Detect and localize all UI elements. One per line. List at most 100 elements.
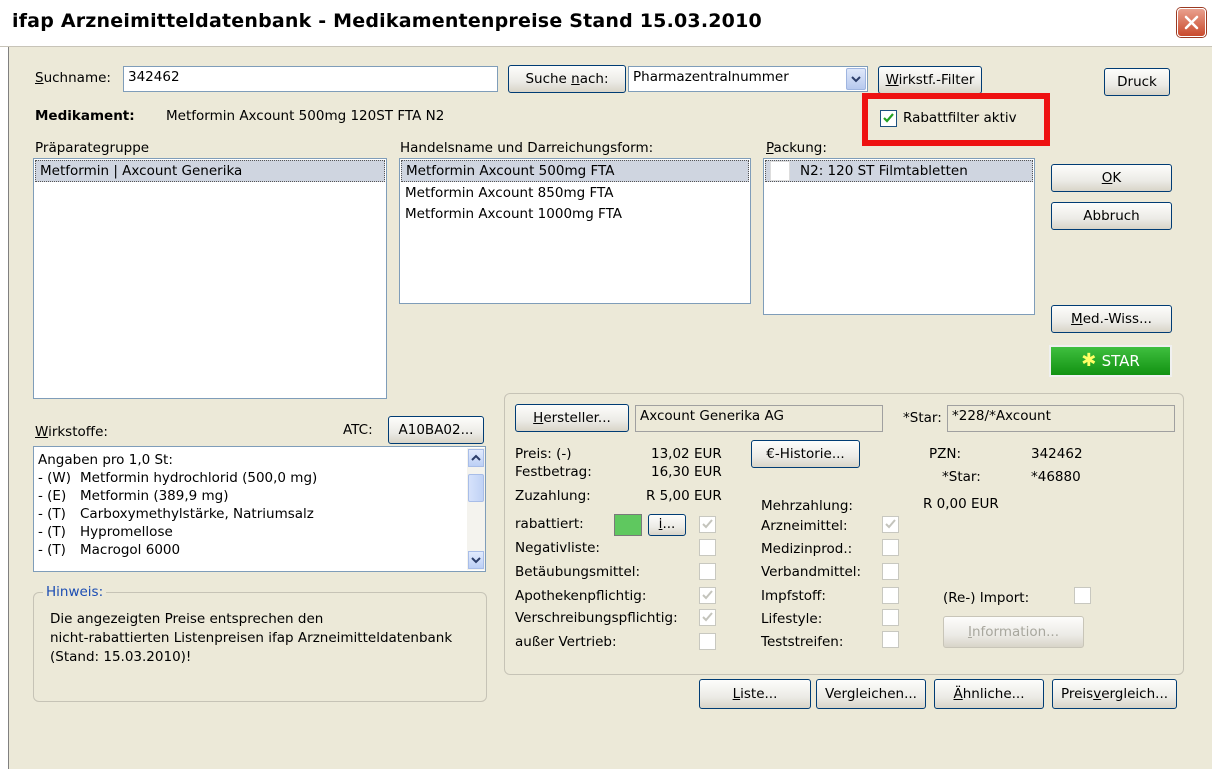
handelsname-label: Handelsname und Darreichungsform: — [400, 140, 654, 156]
hinweis-label: Hinweis: — [43, 584, 107, 600]
med-wiss-button[interactable]: Med.-Wiss... — [1051, 305, 1172, 333]
star-icon: ✱ — [1081, 350, 1097, 371]
festbetrag-value: 16,30 EUR — [651, 464, 722, 480]
star-button[interactable]: ✱ STAR — [1049, 345, 1172, 377]
reimport-checkbox — [1074, 587, 1091, 604]
atc-label: ATC: — [343, 422, 373, 438]
flag-label: Impfstoff: — [761, 588, 826, 604]
star-button-label: STAR — [1101, 352, 1140, 370]
wirkstoff-code: - (T) — [38, 524, 66, 540]
scroll-thumb[interactable] — [468, 474, 484, 502]
hinweis-line: Die angezeigten Preise entsprechen den — [50, 611, 324, 627]
star2-label: *Star: — [942, 469, 981, 485]
star-value: *228/*Axcount — [947, 405, 1175, 432]
impfstoff-checkbox — [882, 587, 899, 604]
betaeubungsmittel-checkbox — [699, 563, 716, 580]
scroll-up-icon[interactable] — [468, 449, 484, 467]
praeparategruppe-list[interactable]: Metformin | Axcount Generika — [33, 158, 387, 399]
flag-label: außer Vertrieb: — [515, 634, 617, 650]
wirkstoff-code: - (E) — [38, 488, 67, 504]
wirkstoff-filter-button[interactable]: Wirkstf.-Filter — [878, 66, 982, 94]
medizinprod-checkbox — [882, 539, 899, 556]
wirkstoff-code: - (W) — [38, 470, 72, 486]
hersteller-value: Axcount Generika AG — [635, 405, 883, 432]
list-item[interactable]: N2: 120 ST Filmtabletten — [765, 160, 1033, 182]
flag-label: Betäubungsmittel: — [515, 564, 641, 580]
pzn-label: PZN: — [929, 446, 962, 462]
hinweis-line: (Stand: 15.03.2010)! — [50, 649, 192, 665]
verschreibungspflichtig-checkbox — [699, 609, 716, 626]
praeparategruppe-label: Präparategruppe — [35, 140, 150, 156]
checkmark-icon — [702, 612, 713, 622]
flag-label: Teststreifen: — [761, 634, 844, 650]
hersteller-button[interactable]: Hersteller... — [515, 404, 629, 432]
medikament-label: Medikament: — [35, 108, 135, 124]
mehrzahlung-label: Mehrzahlung: — [761, 498, 853, 514]
rabattfilter-checkbox[interactable] — [880, 110, 897, 127]
preisvergleich-button[interactable]: Preisvergleich... — [1052, 679, 1177, 709]
arzneimittel-checkbox — [882, 516, 899, 533]
scroll-down-icon[interactable] — [468, 551, 484, 569]
packung-list[interactable]: N2: 120 ST Filmtabletten — [763, 158, 1035, 315]
flag-label: Verbandmittel: — [761, 564, 862, 580]
negativliste-checkbox — [699, 539, 716, 556]
packung-item-box — [770, 161, 790, 181]
wirkstoffe-label: Wirkstoffe: — [35, 424, 108, 440]
wirkstoff-code: - (T) — [38, 506, 66, 522]
list-item[interactable]: Metformin | Axcount Generika — [35, 160, 385, 182]
wirkstoff-code: - (T) — [38, 542, 66, 558]
list-item[interactable]: Metformin Axcount 500mg FTA — [401, 160, 749, 182]
wirkstoffe-scrollbar[interactable] — [467, 448, 485, 570]
checkmark-icon — [885, 519, 896, 529]
wirkstoffe-list[interactable]: Angaben pro 1,0 St: - (W) Metformin hydro… — [33, 446, 486, 572]
preis-value: 13,02 EUR — [651, 446, 722, 462]
wirkstoff-name: Carboxymethylstärke, Natriumsalz — [80, 506, 314, 522]
festbetrag-label: Festbetrag: — [515, 464, 592, 480]
historie-button[interactable]: €-Historie... — [751, 440, 860, 468]
wirkstoff-name: Metformin hydrochlorid (500,0 mg) — [80, 470, 318, 486]
aehnliche-button[interactable]: Ähnliche... — [934, 679, 1044, 709]
hinweis-line: nicht-rabattierten Listenpreisen ifap Ar… — [50, 630, 453, 646]
print-button[interactable]: Druck — [1104, 68, 1170, 96]
zuzahlung-value: R 5,00 EUR — [646, 488, 722, 504]
cancel-button[interactable]: Abbruch — [1051, 202, 1172, 230]
packung-item-label: N2: 120 ST Filmtabletten — [800, 163, 968, 179]
liste-button[interactable]: Liste... — [699, 679, 811, 709]
lifestyle-checkbox — [882, 609, 899, 626]
checkmark-icon — [702, 519, 713, 529]
ausser-vertrieb-checkbox — [699, 633, 716, 650]
atc-button[interactable]: A10BA02... — [388, 416, 484, 444]
chevron-down-icon[interactable] — [846, 68, 866, 90]
wirkstoff-name: Hypromellose — [80, 524, 173, 540]
flag-label: rabattiert: — [515, 516, 584, 532]
search-by-select[interactable]: Pharmazentralnummer — [628, 66, 868, 92]
flag-label: Negativliste: — [515, 540, 600, 556]
information-button[interactable]: Information... — [943, 616, 1084, 648]
star2-value: *46880 — [1031, 469, 1081, 485]
flag-label: Lifestyle: — [761, 611, 823, 627]
vergleichen-button[interactable]: Vergleichen... — [816, 679, 926, 709]
star-label: *Star: — [903, 410, 942, 426]
hinweis-text: Die angezeigten Preise entsprechen den n… — [50, 610, 452, 667]
list-item[interactable]: Metformin Axcount 1000mg FTA — [401, 204, 749, 225]
search-input[interactable]: 342462 — [123, 66, 498, 92]
close-button[interactable] — [1177, 8, 1206, 37]
search-by-button[interactable]: Suche nach: — [508, 65, 626, 93]
ok-button[interactable]: OK — [1051, 164, 1172, 192]
flag-label: Medizinprod.: — [761, 541, 853, 557]
pzn-value: 342462 — [1031, 446, 1083, 462]
close-icon — [1184, 15, 1199, 30]
info-button[interactable]: i... — [648, 514, 686, 536]
rabattiert-indicator — [614, 514, 642, 536]
packung-label: Packung: — [766, 140, 827, 156]
handelsname-list[interactable]: Metformin Axcount 500mg FTA Metformin Ax… — [399, 158, 751, 304]
search-label: Suchname: — [35, 70, 111, 86]
checkmark-icon — [702, 590, 713, 600]
list-item[interactable]: Metformin Axcount 850mg FTA — [401, 183, 749, 204]
mehrzahlung-value: R 0,00 EUR — [923, 496, 999, 512]
reimport-label: (Re-) Import: — [943, 590, 1030, 606]
rabattiert-checkbox — [699, 516, 716, 533]
medikament-value: Metformin Axcount 500mg 120ST FTA N2 — [166, 108, 445, 124]
verbandmittel-checkbox — [882, 563, 899, 580]
title-bar: ifap Arzneimitteldatenbank - Medikamente… — [0, 0, 1212, 47]
